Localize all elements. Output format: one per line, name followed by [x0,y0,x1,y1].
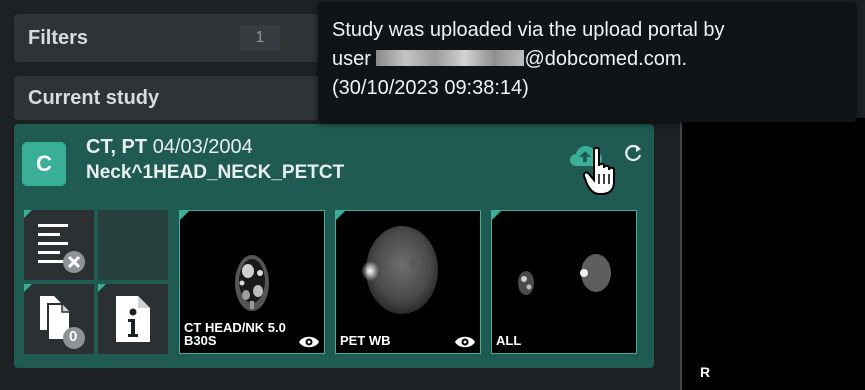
orientation-marker: R [700,364,711,380]
documents-tile[interactable]: 0 [24,284,94,354]
series-label: PET WB [340,334,391,347]
series-label-line1: ALL [496,333,522,348]
study-modalities: CT, PT [86,136,148,158]
report-removed-icon [38,224,85,273]
eye-icon[interactable] [454,335,476,349]
current-study-header[interactable]: Current study [14,76,324,120]
series-label-line1: PET WB [340,333,391,348]
ct-head-image [235,255,269,311]
hand-cursor-icon [582,146,615,195]
filters-count-badge: 1 [240,25,280,51]
tooltip-line1: Study was uploaded via the upload portal… [332,19,725,41]
refresh-icon[interactable] [622,142,644,164]
study-avatar: C [22,142,66,186]
tooltip-timestamp: (30/10/2023 09:38:14) [332,77,529,99]
current-study-label: Current study [28,87,160,109]
series-thumbnail-pet[interactable]: PET WB [335,210,481,354]
app-root: Filters 1 Current study C CT, PT 04/03/2… [0,0,865,390]
series-label-line2: B30S [184,333,217,348]
documents-icon [40,296,85,349]
series-thumbnail-all[interactable]: ALL [491,210,637,354]
study-header: CT, PT 04/03/2004 [86,136,253,159]
series-label: CT HEAD/NK 5.0 B30S [184,321,286,347]
image-viewport[interactable]: R [680,118,865,390]
redacted-username [376,50,525,66]
study-description: Neck^1HEAD_NECK_PETCT [86,162,345,183]
series-thumbnail-ct[interactable]: CT HEAD/NK 5.0 B30S [179,210,325,354]
series-label: ALL [496,334,521,347]
study-card[interactable]: C CT, PT 04/03/2004 Neck^1HEAD_NECK_PETC… [14,124,654,368]
filters-label: Filters [28,27,89,49]
tooltip-line2: user @dobcomed.com. [332,45,842,74]
tile-corner-marker [98,284,106,292]
tile-corner-marker [180,211,189,220]
filters-bar[interactable]: Filters 1 [14,14,324,62]
documents-count: 0 [69,328,78,345]
study-date: 04/03/2004 [152,136,253,158]
pet-image [361,226,438,314]
report-tile[interactable] [24,210,94,280]
tile-corner-marker [24,284,32,292]
eye-icon[interactable] [298,335,320,349]
tile-corner-marker [24,210,32,218]
tooltip-user-prefix: user [332,48,377,70]
empty-tile [98,210,168,280]
upload-tooltip: Study was uploaded via the upload portal… [318,2,856,122]
tooltip-email-domain: @dobcomed.com. [524,48,688,70]
info-tile[interactable] [98,284,168,354]
info-icon [116,296,150,342]
all-series-image [518,254,611,295]
